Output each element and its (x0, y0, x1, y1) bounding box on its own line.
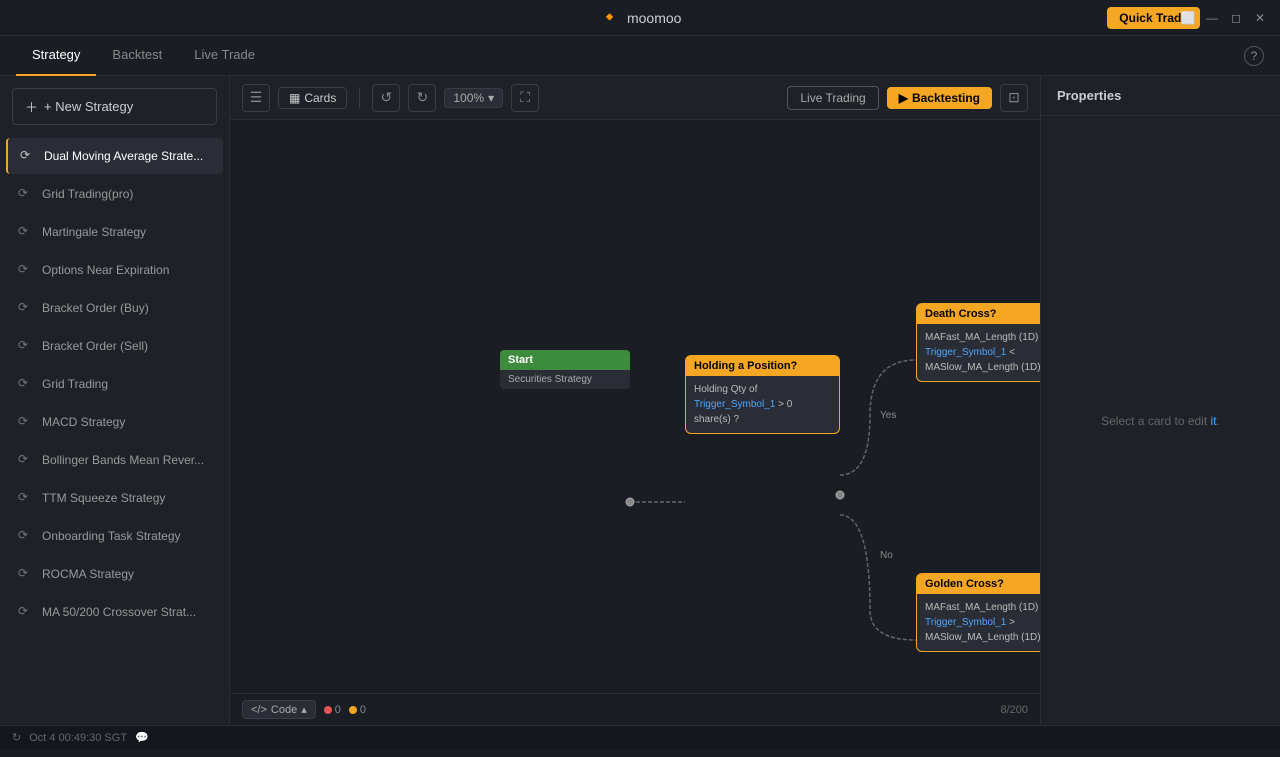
golden-symbol-link[interactable]: Trigger_Symbol_1 (925, 617, 1006, 628)
strategy-icon: ⟳ (20, 148, 36, 164)
tab-live-trade[interactable]: Live Trade (178, 36, 271, 76)
start-node[interactable]: Start Securities Strategy (500, 350, 630, 389)
golden-cross-body: MAFast_MA_Length (1D) of Trigger_Symbol_… (917, 594, 1040, 651)
properties-title: Properties (1041, 76, 1280, 116)
play-icon: ▶ (899, 91, 908, 105)
backtesting-button[interactable]: ▶ Backtesting (887, 87, 992, 109)
separator (359, 88, 360, 108)
start-node-header: Start (500, 350, 630, 370)
help-icon[interactable]: ? (1244, 46, 1264, 66)
refresh-icon: ↻ (12, 731, 21, 744)
canvas-content[interactable]: Yes No Yes Yes Start Securities Strategy… (230, 120, 1040, 693)
holding-node-header: Holding a Position? (686, 356, 839, 376)
minimize-icon[interactable]: — (1204, 10, 1220, 26)
strategy-icon: ⟳ (18, 566, 34, 582)
strategy-icon: ⟳ (18, 300, 34, 316)
cards-button[interactable]: ▦ Cards (278, 87, 347, 109)
sidebar-item-grid-pro[interactable]: ⟳ Grid Trading(pro) (6, 176, 223, 212)
window-controls: ⬜ — ◻ ✕ (1180, 10, 1268, 26)
sidebar-item-dual-ma[interactable]: ⟳ Dual Moving Average Strate... (6, 138, 223, 174)
plus-icon: ＋ (25, 97, 38, 116)
app-name: moomoo (627, 10, 681, 26)
share-icon[interactable]: ⬜ (1180, 10, 1196, 26)
undo-button[interactable]: ↺ (372, 84, 400, 112)
sidebar-item-ma50200[interactable]: ⟳ MA 50/200 Crossover Strat... (6, 594, 223, 630)
golden-cross-node[interactable]: Golden Cross? MAFast_MA_Length (1D) of T… (916, 573, 1040, 652)
status-bar: ↻ Oct 4 00:49:30 SGT 💬 (0, 725, 1280, 749)
code-button[interactable]: </> Code ▴ (242, 700, 316, 719)
sidebar-item-bollinger[interactable]: ⟳ Bollinger Bands Mean Rever... (6, 442, 223, 478)
start-node-body: Securities Strategy (500, 370, 630, 389)
page-count: 8/200 (1000, 704, 1028, 716)
sidebar-item-options-expiry[interactable]: ⟳ Options Near Expiration (6, 252, 223, 288)
sidebar-item-grid-trading[interactable]: ⟳ Grid Trading (6, 366, 223, 402)
strategy-icon: ⟳ (18, 338, 34, 354)
strategy-icon: ⟳ (18, 452, 34, 468)
fit-screen-button[interactable]: ⛶ (511, 84, 539, 112)
holding-node-body: Holding Qty of Trigger_Symbol_1 > 0 shar… (686, 376, 839, 433)
top-nav: Strategy Backtest Live Trade ? (0, 36, 1280, 76)
sidebar-item-bracket-sell[interactable]: ⟳ Bracket Order (Sell) (6, 328, 223, 364)
death-cross-header: Death Cross? (917, 304, 1040, 324)
strategy-icon: ⟳ (18, 528, 34, 544)
holding-node[interactable]: Holding a Position? Holding Qty of Trigg… (685, 355, 840, 434)
conn-label-yes1: Yes (880, 410, 896, 421)
strategy-icon: ⟳ (18, 490, 34, 506)
code-icon: </> (251, 704, 267, 716)
zoom-control[interactable]: 100% ▾ (444, 88, 503, 108)
strategy-icon: ⟳ (18, 262, 34, 278)
bottom-bar: </> Code ▴ 0 0 8/200 (230, 693, 1040, 725)
canvas-toolbar: ☰ ▦ Cards ↺ ↻ 100% ▾ ⛶ Live Trading ▶ Ba… (230, 76, 1040, 120)
chat-icon: 💬 (135, 731, 149, 744)
death-cross-node[interactable]: Death Cross? MAFast_MA_Length (1D) of Tr… (916, 303, 1040, 382)
tab-backtest[interactable]: Backtest (96, 36, 178, 76)
strategy-icon: ⟳ (18, 224, 34, 240)
close-icon[interactable]: ✕ (1252, 10, 1268, 26)
error-dot-orange (349, 706, 357, 714)
toggle-sidebar-button[interactable]: ☰ (242, 84, 270, 112)
holding-symbol-link[interactable]: Trigger_Symbol_1 (694, 399, 775, 410)
warning-badge: 0 (349, 704, 366, 716)
strategy-icon: ⟳ (18, 604, 34, 620)
sidebar-item-rocma[interactable]: ⟳ ROCMA Strategy (6, 556, 223, 592)
redo-button[interactable]: ↻ (408, 84, 436, 112)
restore-icon[interactable]: ◻ (1228, 10, 1244, 26)
death-symbol-link[interactable]: Trigger_Symbol_1 (925, 347, 1006, 358)
cards-icon: ▦ (289, 91, 300, 105)
sidebar: ＋ + New Strategy ⟳ Dual Moving Average S… (0, 76, 230, 725)
title-bar: 🔸 moomoo Quick Trade ⬜ — ◻ ✕ (0, 0, 1280, 36)
live-trading-button[interactable]: Live Trading (787, 86, 878, 110)
properties-edit-link[interactable]: it (1211, 414, 1217, 428)
properties-panel: Properties Select a card to edit it. (1040, 76, 1280, 725)
logo-icon: 🔸 (599, 7, 621, 28)
status-datetime: Oct 4 00:49:30 SGT (29, 732, 127, 744)
settings-button[interactable]: ⊡ (1000, 84, 1028, 112)
properties-content: Select a card to edit it. (1041, 116, 1280, 725)
main-layout: ＋ + New Strategy ⟳ Dual Moving Average S… (0, 76, 1280, 725)
strategy-icon: ⟳ (18, 414, 34, 430)
sidebar-item-bracket-buy[interactable]: ⟳ Bracket Order (Buy) (6, 290, 223, 326)
strategy-icon: ⟳ (18, 376, 34, 392)
tab-strategy[interactable]: Strategy (16, 36, 96, 76)
sidebar-item-martingale[interactable]: ⟳ Martingale Strategy (6, 214, 223, 250)
app-logo: 🔸 moomoo (599, 7, 682, 28)
canvas-area: ☰ ▦ Cards ↺ ↻ 100% ▾ ⛶ Live Trading ▶ Ba… (230, 76, 1040, 725)
strategy-icon: ⟳ (18, 186, 34, 202)
sidebar-item-ttm[interactable]: ⟳ TTM Squeeze Strategy (6, 480, 223, 516)
chevron-down-icon: ▾ (488, 91, 494, 105)
new-strategy-button[interactable]: ＋ + New Strategy (12, 88, 217, 125)
error-badge: 0 (324, 704, 341, 716)
death-cross-body: MAFast_MA_Length (1D) of Trigger_Symbol_… (917, 324, 1040, 381)
error-dot-red (324, 706, 332, 714)
sidebar-item-macd[interactable]: ⟳ MACD Strategy (6, 404, 223, 440)
conn-label-no1: No (880, 550, 893, 561)
sidebar-item-onboarding[interactable]: ⟳ Onboarding Task Strategy (6, 518, 223, 554)
chevron-up-icon: ▴ (301, 703, 307, 716)
golden-cross-header: Golden Cross? (917, 574, 1040, 594)
